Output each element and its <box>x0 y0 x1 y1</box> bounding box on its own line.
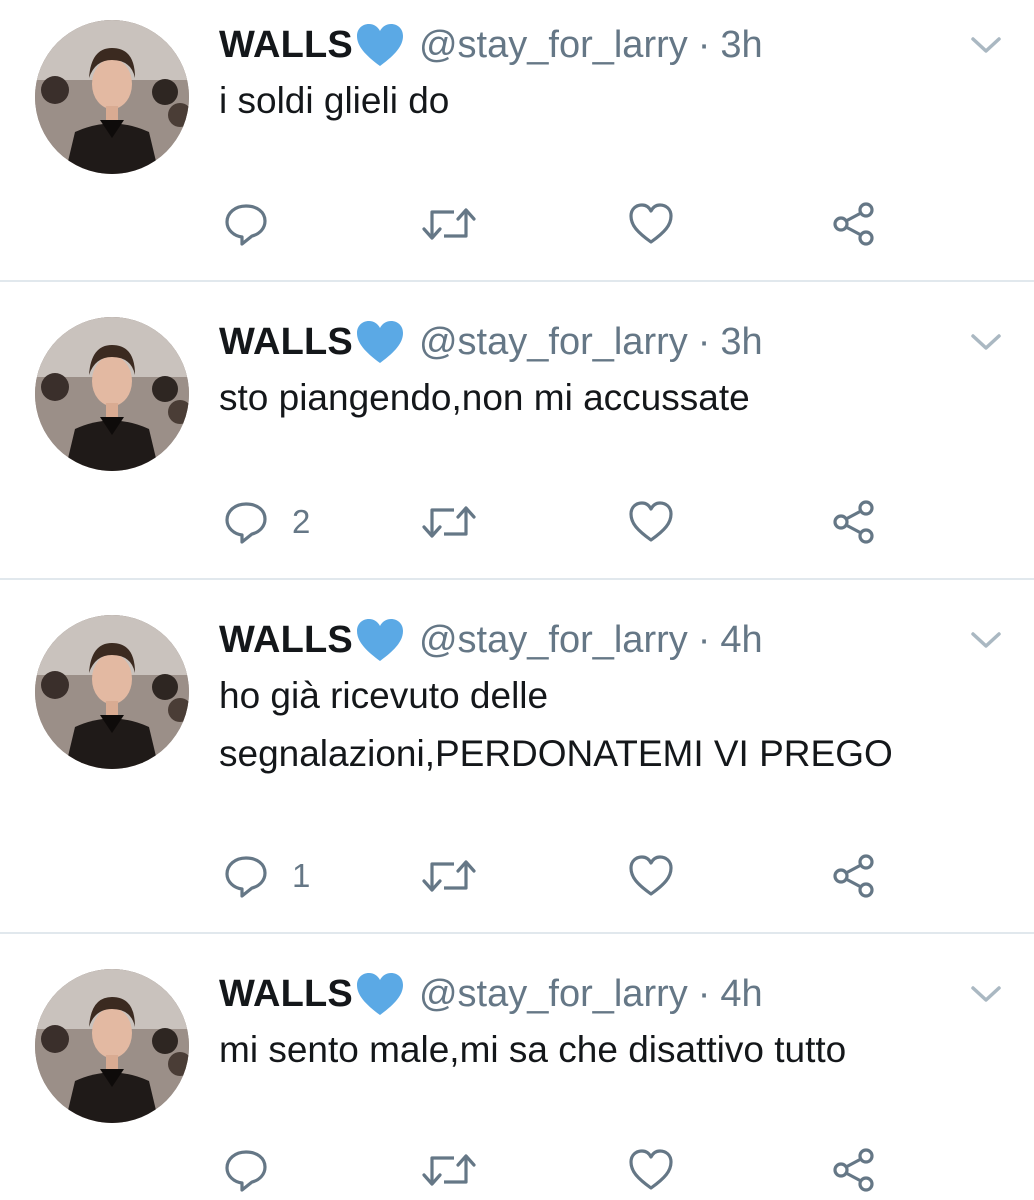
reply-button[interactable]: 2 <box>222 492 310 552</box>
tweet-text: sto piangendo,non mi accussate <box>219 377 750 418</box>
avatar[interactable] <box>35 969 189 1123</box>
retweet-icon <box>422 1154 476 1186</box>
retweet-icon <box>422 208 476 240</box>
blue-heart-icon <box>356 619 403 661</box>
retweet-button[interactable] <box>420 1140 500 1200</box>
tweet-header: WALLS @stay_for_larry · 3h <box>219 317 763 367</box>
retweet-icon <box>422 506 476 538</box>
retweet-button[interactable] <box>420 492 500 552</box>
timestamp[interactable]: 4h <box>720 619 762 662</box>
chevron-down-icon[interactable] <box>968 628 1004 652</box>
tweet-actions: 2 <box>0 492 1034 552</box>
timestamp[interactable]: 3h <box>720 321 762 364</box>
chevron-down-icon[interactable] <box>968 982 1004 1006</box>
blue-heart-icon <box>356 321 403 363</box>
share-button[interactable] <box>830 492 878 552</box>
tweet-actions <box>0 1140 1034 1200</box>
share-icon <box>833 854 874 898</box>
timestamp[interactable]: 4h <box>720 973 762 1016</box>
tweet-header: WALLS @stay_for_larry · 4h <box>219 969 763 1019</box>
blue-heart-icon <box>356 973 403 1015</box>
user-handle[interactable]: @stay_for_larry <box>419 619 688 662</box>
avatar[interactable] <box>35 615 189 769</box>
user-handle[interactable]: @stay_for_larry <box>419 973 688 1016</box>
avatar[interactable] <box>35 20 189 174</box>
display-name[interactable]: WALLS <box>219 321 353 364</box>
avatar-photo-icon <box>35 615 189 769</box>
reply-icon <box>225 204 267 246</box>
share-icon <box>833 202 874 246</box>
like-button[interactable] <box>627 194 697 254</box>
avatar[interactable] <box>35 317 189 471</box>
tweet-text: ho già ricevuto delle segnalazioni,PERDO… <box>219 675 893 774</box>
reply-button[interactable]: 1 <box>222 846 310 906</box>
tweet-text: i soldi glieli do <box>219 80 450 121</box>
reply-count: 2 <box>292 503 311 540</box>
blue-heart-icon <box>356 24 403 66</box>
share-button[interactable] <box>830 846 878 906</box>
avatar-photo-icon <box>35 969 189 1123</box>
user-handle[interactable]: @stay_for_larry <box>419 24 688 67</box>
separator-dot: · <box>697 618 711 661</box>
like-button[interactable] <box>627 846 697 906</box>
tweet-text: mi sento male,mi sa che disattivo tutto <box>219 1029 847 1070</box>
reply-count: 1 <box>292 857 311 894</box>
tweet-actions: 1 <box>0 846 1034 906</box>
like-icon <box>629 855 673 896</box>
tweet[interactable]: WALLS @stay_for_larry · 4h ho già ricevu… <box>0 580 1034 932</box>
chevron-down-icon[interactable] <box>968 33 1004 57</box>
like-icon <box>629 501 673 542</box>
timeline: WALLS @stay_for_larry · 3h i soldi gliel… <box>0 0 1034 1200</box>
like-icon <box>629 1149 673 1190</box>
separator-dot: · <box>697 23 711 66</box>
reply-icon <box>225 856 267 898</box>
display-name[interactable]: WALLS <box>219 619 353 662</box>
display-name[interactable]: WALLS <box>219 973 353 1016</box>
timestamp[interactable]: 3h <box>720 24 762 67</box>
share-button[interactable] <box>830 194 878 254</box>
reply-icon <box>225 1150 267 1192</box>
reply-button[interactable] <box>222 1140 292 1200</box>
share-icon <box>833 1148 874 1192</box>
tweet-actions <box>0 194 1034 254</box>
tweet[interactable]: WALLS @stay_for_larry · 3h i soldi gliel… <box>0 0 1034 280</box>
like-button[interactable] <box>627 492 697 552</box>
display-name[interactable]: WALLS <box>219 24 353 67</box>
like-icon <box>629 203 673 244</box>
avatar-photo-icon <box>35 317 189 471</box>
retweet-button[interactable] <box>420 194 500 254</box>
user-handle[interactable]: @stay_for_larry <box>419 321 688 364</box>
reply-button[interactable] <box>222 194 292 254</box>
like-button[interactable] <box>627 1140 697 1200</box>
retweet-button[interactable] <box>420 846 500 906</box>
chevron-down-icon[interactable] <box>968 330 1004 354</box>
tweet[interactable]: WALLS @stay_for_larry · 4h mi sento male… <box>0 934 1034 1200</box>
retweet-icon <box>422 860 476 892</box>
avatar-photo-icon <box>35 20 189 174</box>
tweet-header: WALLS @stay_for_larry · 4h <box>219 615 763 665</box>
tweet[interactable]: WALLS @stay_for_larry · 3h sto piangendo… <box>0 282 1034 578</box>
tweet-header: WALLS @stay_for_larry · 3h <box>219 20 763 70</box>
share-icon <box>833 500 874 544</box>
share-button[interactable] <box>830 1140 878 1200</box>
separator-dot: · <box>697 972 711 1015</box>
reply-icon <box>225 502 267 544</box>
separator-dot: · <box>697 320 711 363</box>
